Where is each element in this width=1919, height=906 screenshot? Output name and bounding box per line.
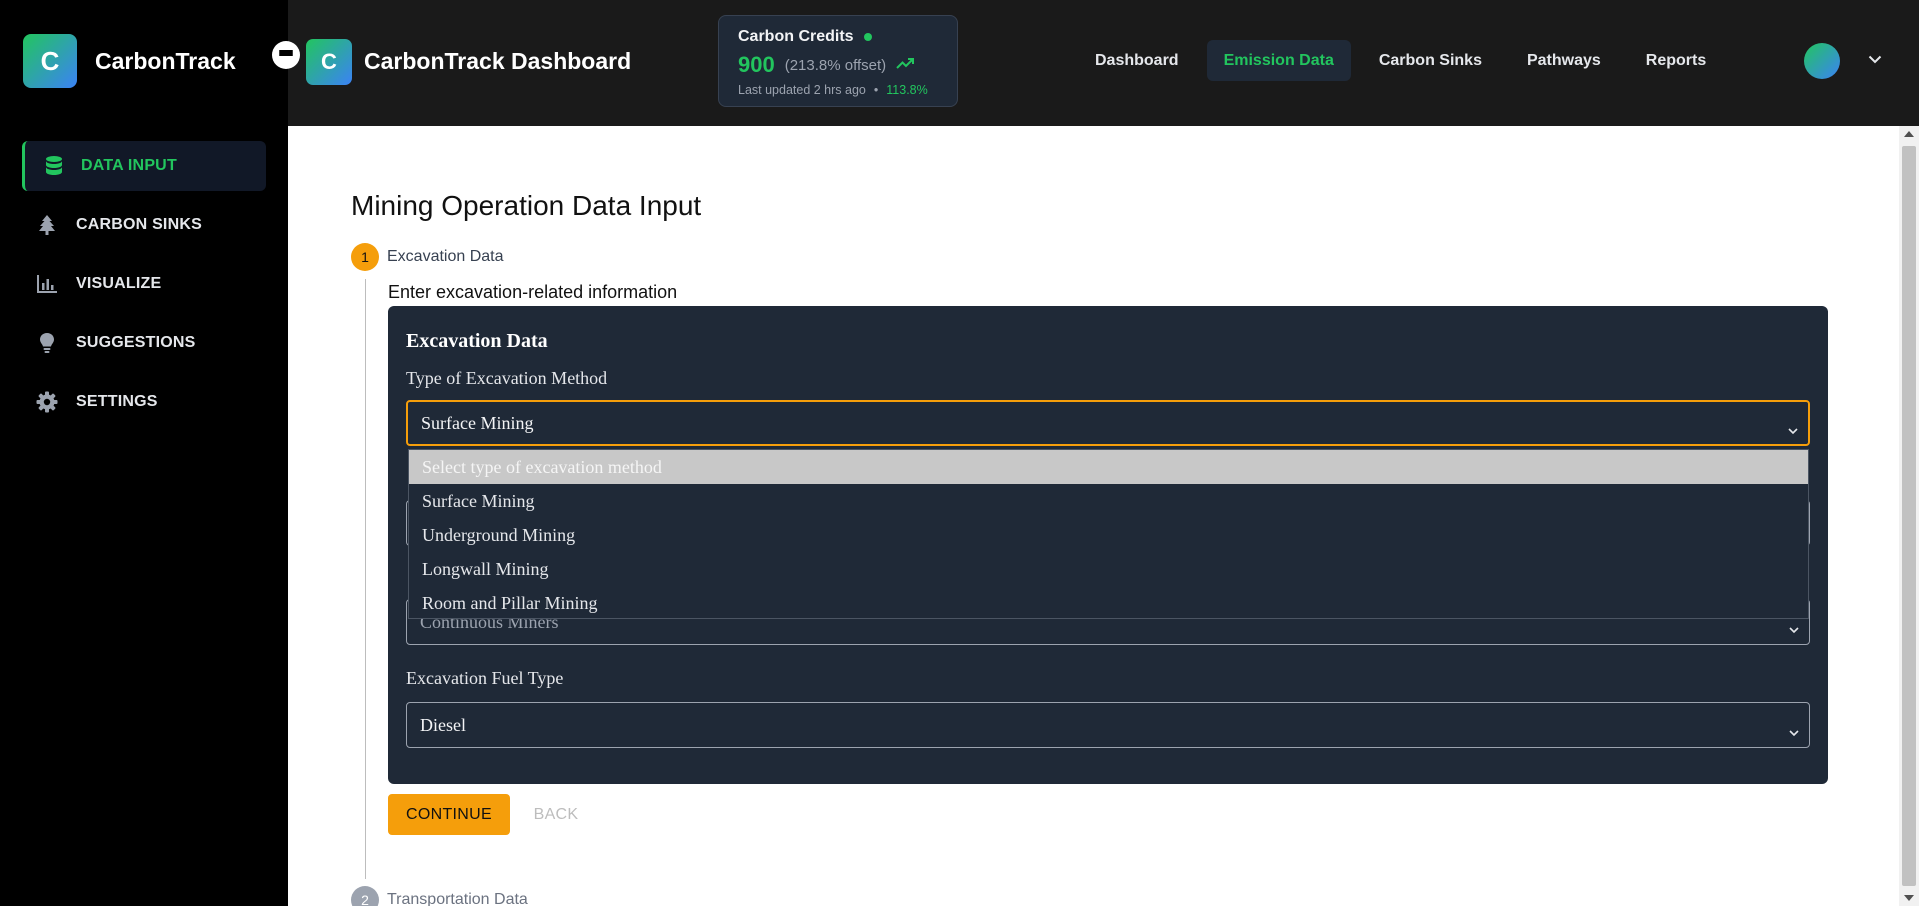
brand-logo: C: [23, 34, 77, 88]
page-scrollbar[interactable]: [1899, 126, 1919, 906]
dropdown-option[interactable]: Select type of excavation method: [409, 450, 1808, 484]
chevron-down-icon[interactable]: [1868, 51, 1882, 69]
trending-up-icon: [896, 56, 915, 74]
sidebar-item-label: DATA INPUT: [81, 157, 177, 174]
sidebar-item-suggestions[interactable]: SUGGESTIONS: [22, 318, 266, 368]
chevron-down-icon: [1789, 618, 1799, 639]
sidebar-item-carbon-sinks[interactable]: CARBON SINKS: [22, 200, 266, 250]
dropdown-option[interactable]: Room and Pillar Mining: [409, 586, 1808, 620]
select-value: Surface Mining: [421, 412, 534, 433]
chevron-down-icon: [1789, 721, 1799, 742]
credits-offset: (213.8% offset): [784, 56, 887, 74]
dropdown-option[interactable]: Underground Mining: [409, 518, 1808, 552]
credits-label: Carbon Credits: [738, 28, 854, 45]
gear-icon: [36, 391, 58, 413]
chevron-down-icon: [1788, 419, 1798, 440]
bar-chart-icon: [36, 273, 58, 295]
brand-name: CarbonTrack: [95, 47, 236, 74]
menu-toggle-button[interactable]: [272, 41, 300, 69]
step-description: Enter excavation-related information: [388, 282, 678, 302]
sidebar-item-data-input[interactable]: DATA INPUT: [22, 141, 266, 191]
avatar[interactable]: [1804, 43, 1840, 79]
tab-reports[interactable]: Reports: [1629, 40, 1723, 81]
step-connector-line: [365, 279, 366, 879]
live-status-dot: [863, 33, 872, 41]
step-label[interactable]: Transportation Data: [387, 891, 528, 906]
scrollbar-thumb[interactable]: [1902, 146, 1916, 886]
database-icon: [43, 155, 65, 177]
step-number-badge: 2: [351, 886, 379, 906]
credits-updated: Last updated 2 hrs ago: [738, 83, 866, 97]
card-title: Excavation Data: [406, 330, 548, 352]
carbon-credits-card[interactable]: Carbon Credits 900 (213.8% offset) Last …: [718, 15, 958, 107]
dropdown-option[interactable]: Longwall Mining: [409, 552, 1808, 586]
sidebar-item-label: VISUALIZE: [76, 275, 162, 292]
sidebar-item-label: SETTINGS: [76, 393, 158, 410]
excavation-method-select[interactable]: Surface Mining: [406, 400, 1810, 446]
sidebar-item-label: SUGGESTIONS: [76, 334, 196, 351]
lightbulb-icon: [36, 332, 58, 354]
select-value: Diesel: [420, 714, 466, 735]
sidebar: C CarbonTrack DATA INPUT CARBON SINKS VI…: [0, 0, 288, 906]
dropdown-option[interactable]: Surface Mining: [409, 484, 1808, 518]
tab-emission-data[interactable]: Emission Data: [1206, 40, 1351, 81]
tree-icon: [36, 214, 58, 236]
excavation-method-dropdown: Select type of excavation method Surface…: [408, 449, 1809, 619]
top-nav: Dashboard Emission Data Carbon Sinks Pat…: [1078, 40, 1734, 81]
sidebar-nav: DATA INPUT CARBON SINKS VISUALIZE SUGGES…: [22, 141, 266, 436]
sidebar-brand[interactable]: C CarbonTrack: [23, 34, 236, 88]
sidebar-item-label: CARBON SINKS: [76, 216, 202, 233]
tab-carbon-sinks[interactable]: Carbon Sinks: [1362, 40, 1499, 81]
page-title: Mining Operation Data Input: [351, 190, 702, 221]
sidebar-item-settings[interactable]: SETTINGS: [22, 377, 266, 427]
header-logo[interactable]: C: [306, 39, 352, 85]
continue-button[interactable]: CONTINUE: [388, 794, 510, 835]
step-label[interactable]: Excavation Data: [387, 248, 504, 266]
scroll-up-arrow-icon[interactable]: [1904, 131, 1914, 137]
back-button[interactable]: BACK: [532, 794, 580, 835]
tab-dashboard[interactable]: Dashboard: [1078, 40, 1196, 81]
field-label: Excavation Fuel Type: [406, 668, 564, 688]
top-header: C CarbonTrack Dashboard Carbon Credits 9…: [288, 0, 1919, 126]
credits-separator: •: [873, 83, 879, 97]
hamburger-icon: [279, 49, 293, 61]
scroll-down-arrow-icon[interactable]: [1904, 895, 1914, 901]
sidebar-item-visualize[interactable]: VISUALIZE: [22, 259, 266, 309]
field-label: Type of Excavation Method: [406, 368, 608, 388]
fuel-type-select[interactable]: Diesel: [406, 702, 1810, 748]
credits-change: 113.8%: [886, 83, 928, 97]
credits-value: 900: [738, 52, 775, 77]
tab-pathways[interactable]: Pathways: [1510, 40, 1618, 81]
step-number-badge: 1: [351, 243, 379, 271]
header-title: CarbonTrack Dashboard: [364, 48, 632, 74]
